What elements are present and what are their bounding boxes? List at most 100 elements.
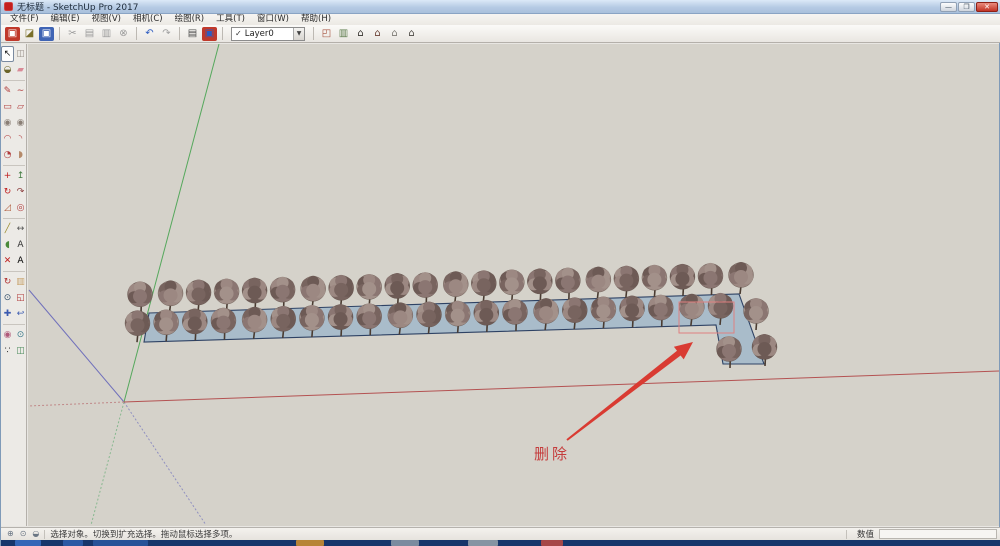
select-tool[interactable]: ↖ [1, 46, 14, 62]
right-view-icon[interactable]: ⌂ [370, 27, 385, 41]
follow-me-tool[interactable]: ↷ [14, 184, 27, 200]
palette-divider [3, 271, 25, 272]
cut-icon[interactable]: ✂ [65, 27, 80, 41]
paste-icon[interactable]: ▥ [99, 27, 114, 41]
taskbar-app-2[interactable] [93, 540, 148, 546]
layer-dropdown-value: Layer0 [244, 28, 274, 39]
paint-bucket-tool[interactable]: ◒ [1, 62, 14, 78]
back-view-icon[interactable]: ⌂ [387, 27, 402, 41]
left-view-icon[interactable]: ⌂ [404, 27, 419, 41]
sketchup-window: 无标题 - SketchUp Pro 2017 — ❐ ✕ 文件(F) 编辑(E)… [0, 0, 1000, 546]
viewport-svg[interactable]: 删除 [28, 44, 999, 526]
menu-item-4[interactable]: 绘图(R) [169, 14, 211, 25]
orbit-tool[interactable]: ↻ [1, 274, 14, 290]
open-icon[interactable]: ◪ [22, 27, 37, 41]
polygon-tool[interactable]: ◉ [14, 115, 27, 131]
menu-bar: 文件(F) 编辑(E) 视图(V) 相机(C) 绘图(R) 工具(T) 窗口(W) 帮助(H) [1, 14, 1000, 25]
minimize-button[interactable]: — [940, 1, 957, 12]
title-bar: 无标题 - SketchUp Pro 2017 — ❐ ✕ [1, 0, 1000, 14]
arc-tool[interactable]: ◠ [1, 131, 14, 147]
model-info-icon[interactable]: ▣ [202, 26, 217, 41]
freehand-tool[interactable]: ∼ [14, 83, 27, 99]
move-tool[interactable]: + [1, 168, 14, 184]
taskbar-app-0[interactable] [15, 540, 41, 546]
menu-item-5[interactable]: 工具(T) [210, 14, 251, 25]
main-toolbar: ▣ ◪ ▣ ✂ ▤ ▥ ⊗ ↶ ↷ ▤ ▣ ✓ Layer0 ▼ ◰ ▥ ⌂ ⌂ ⌂ ⌂ [1, 25, 1000, 43]
walk-tool[interactable]: ∵ [1, 343, 14, 359]
menu-item-3[interactable]: 相机(C) [127, 14, 169, 25]
threed-text-tool[interactable]: A [14, 253, 27, 269]
save-icon[interactable]: ▣ [39, 26, 54, 41]
erase-icon[interactable]: ⊗ [116, 27, 131, 41]
windows-taskbar[interactable] [1, 540, 1000, 546]
layer-dropdown[interactable]: ✓ Layer0 ▼ [231, 26, 305, 41]
tool-grid: ↖ ◫ ◒ ▰ ✎ ∼ ▭ ▱ ◉ ◉ ◠ ◝ ◔ ◗ + ↥ ↻ ↷ ◿ ◎ ╱ ↔ ◖ A ✕ A ↻ ▥ ⊙ ◱ ✚ ↩ ◉ ⊙ ∵ ◫ [1, 46, 27, 359]
segment-tool[interactable]: ◗ [14, 147, 27, 163]
tool-palette: ↖ ◫ ◒ ▰ ✎ ∼ ▭ ▱ ◉ ◉ ◠ ◝ ◔ ◗ + ↥ ↻ ↷ ◿ ◎ ╱ ↔ ◖ A ✕ A ↻ ▥ ⊙ ◱ ✚ ↩ ◉ ⊙ ∵ ◫ [1, 44, 27, 526]
rectangle-tool[interactable]: ▭ [1, 99, 14, 115]
pan-tool[interactable]: ▥ [14, 274, 27, 290]
undo-icon[interactable]: ↶ [142, 27, 157, 41]
copy-icon[interactable]: ▤ [82, 27, 97, 41]
measurements-label: 数值 [856, 530, 874, 540]
zoom-previous-tool[interactable]: ↩ [14, 306, 27, 322]
tape-measure-tool[interactable]: ╱ [1, 221, 14, 237]
palette-divider [3, 218, 25, 219]
text-tool[interactable]: A [14, 237, 27, 253]
credits-icon[interactable]: ⊙ [20, 529, 27, 538]
position-camera-tool[interactable]: ◉ [1, 327, 14, 343]
taskbar-app-5[interactable] [468, 540, 498, 546]
rotate-tool[interactable]: ↻ [1, 184, 14, 200]
line-tool[interactable]: ✎ [1, 83, 14, 99]
eraser-tool[interactable]: ▰ [14, 62, 27, 78]
palette-divider [3, 165, 25, 166]
protractor-tool[interactable]: ◖ [1, 237, 14, 253]
scale-tool[interactable]: ◿ [1, 200, 14, 216]
push-pull-tool[interactable]: ↥ [14, 168, 27, 184]
zoom-tool[interactable]: ⊙ [1, 290, 14, 306]
sign-in-icon[interactable]: ◒ [32, 529, 39, 538]
geolocation-icon[interactable]: ⊕ [7, 529, 14, 538]
print-icon[interactable]: ▤ [185, 27, 200, 41]
delete-label: 删除 [534, 445, 570, 463]
circle-tool[interactable]: ◉ [1, 115, 14, 131]
drawing-viewport[interactable]: 删除 [28, 44, 999, 526]
menu-item-2[interactable]: 视图(V) [86, 14, 127, 25]
menu-item-6[interactable]: 窗口(W) [251, 14, 295, 25]
restore-button[interactable]: ❐ [958, 1, 975, 12]
make-component-tool[interactable]: ◫ [14, 46, 27, 62]
offset-tool[interactable]: ◎ [14, 200, 27, 216]
top-view-icon[interactable]: ▥ [336, 27, 351, 41]
taskbar-app-6[interactable] [541, 540, 563, 546]
rotated-rectangle-tool[interactable]: ▱ [14, 99, 27, 115]
new-icon[interactable]: ▣ [5, 26, 20, 41]
sketchup-logo-icon [4, 2, 13, 11]
layer-dropdown-arrow-icon[interactable]: ▼ [293, 27, 304, 40]
front-view-icon[interactable]: ⌂ [353, 27, 368, 41]
taskbar-app-3[interactable] [296, 540, 324, 546]
taskbar-app-1[interactable] [63, 540, 83, 546]
iso-view-icon[interactable]: ◰ [319, 27, 334, 41]
look-around-tool[interactable]: ⊙ [14, 327, 27, 343]
toolbar-separator [59, 27, 60, 40]
window-title: 无标题 - SketchUp Pro 2017 [17, 3, 139, 13]
measurements-input[interactable] [879, 529, 997, 539]
zoom-window-tool[interactable]: ◱ [14, 290, 27, 306]
two-point-arc-tool[interactable]: ◝ [14, 131, 27, 147]
status-message: 选择对象。切换到扩充选择。拖动鼠标选择多项。 [50, 530, 238, 540]
zoom-extents-tool[interactable]: ✚ [1, 306, 14, 322]
palette-divider [3, 324, 25, 325]
pie-tool[interactable]: ◔ [1, 147, 14, 163]
taskbar-app-4[interactable] [391, 540, 419, 546]
status-icons: ⊕ ⊙ ◒ [1, 529, 39, 539]
toolbar-separator [313, 27, 314, 40]
menu-item-0[interactable]: 文件(F) [4, 14, 45, 25]
section-plane-tool[interactable]: ◫ [14, 343, 27, 359]
menu-item-1[interactable]: 编辑(E) [45, 14, 86, 25]
layer-check-icon: ✓ [235, 29, 242, 38]
dimension-tool[interactable]: ↔ [14, 221, 27, 237]
redo-icon[interactable]: ↷ [159, 27, 174, 41]
close-button[interactable]: ✕ [976, 1, 998, 12]
menu-item-7[interactable]: 帮助(H) [295, 14, 337, 25]
axes-tool[interactable]: ✕ [1, 253, 14, 269]
